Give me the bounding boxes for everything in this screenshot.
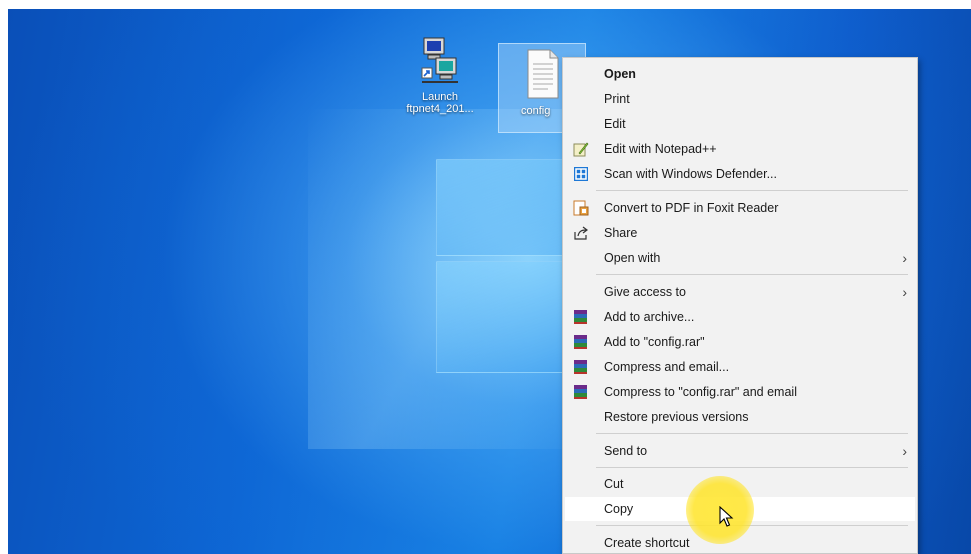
menu-item-label: Copy <box>604 502 634 516</box>
desktop-icon-label: Launch <box>421 91 459 103</box>
menu-separator <box>596 525 908 526</box>
menu-item-label: Cut <box>604 477 624 491</box>
menu-item-label: Compress to "config.rar" and email <box>604 385 797 399</box>
mouse-pointer-icon <box>719 506 734 527</box>
menu-item-label: Create shortcut <box>604 536 690 550</box>
menu-item-print[interactable]: Print <box>565 87 915 111</box>
menu-item-label: Print <box>604 92 630 106</box>
chevron-right-icon: › <box>902 284 907 300</box>
desktop-icon-launch-ftpnet[interactable]: Launch ftpnet4_201... <box>402 36 478 115</box>
wallpaper-window-pane <box>436 159 578 256</box>
menu-item-scan-windows-defender[interactable]: Scan with Windows Defender... <box>565 162 915 186</box>
menu-item-label: Share <box>604 226 638 240</box>
menu-item-label: Compress and email... <box>604 360 730 374</box>
menu-item-send-to[interactable]: Send to › <box>565 439 915 463</box>
desktop-icon-label: ftpnet4_201... <box>406 103 474 115</box>
text-file-icon <box>527 49 559 99</box>
menu-item-label: Add to "config.rar" <box>604 335 705 349</box>
menu-item-open-with[interactable]: Open with › <box>565 246 915 270</box>
chevron-right-icon: › <box>902 443 907 459</box>
menu-item-edit-with-notepadpp[interactable]: Edit with Notepad++ <box>565 137 915 161</box>
notepadpp-icon <box>573 142 589 157</box>
menu-item-label: Send to <box>604 444 648 458</box>
screenshot-frame: Launch ftpnet4_201... config Open Print <box>0 0 971 554</box>
winrar-icon <box>574 310 587 324</box>
menu-item-add-to-config-rar[interactable]: Add to "config.rar" <box>565 330 915 354</box>
menu-item-label: Scan with Windows Defender... <box>604 167 777 181</box>
menu-item-label: Convert to PDF in Foxit Reader <box>604 201 779 215</box>
menu-item-label: Add to archive... <box>604 310 695 324</box>
foxit-pdf-icon <box>573 200 589 216</box>
menu-separator <box>596 274 908 275</box>
menu-item-convert-to-pdf-foxit[interactable]: Convert to PDF in Foxit Reader <box>565 196 915 220</box>
chevron-right-icon: › <box>902 250 907 266</box>
menu-item-label: Edit <box>604 117 626 131</box>
network-computers-icon <box>421 37 458 83</box>
share-icon <box>574 226 588 240</box>
wallpaper-window-pane <box>436 261 578 373</box>
menu-item-open[interactable]: Open <box>565 62 915 86</box>
menu-item-add-to-archive[interactable]: Add to archive... <box>565 305 915 329</box>
menu-item-give-access-to[interactable]: Give access to › <box>565 280 915 304</box>
menu-item-label: Give access to <box>604 285 686 299</box>
menu-item-compress-and-email[interactable]: Compress and email... <box>565 355 915 379</box>
menu-separator <box>596 433 908 434</box>
winrar-icon <box>574 385 587 399</box>
windows-defender-icon <box>574 167 588 181</box>
menu-item-compress-to-config-rar-and-email[interactable]: Compress to "config.rar" and email <box>565 380 915 404</box>
menu-item-share[interactable]: Share <box>565 221 915 245</box>
menu-item-label: Edit with Notepad++ <box>604 142 717 156</box>
menu-item-label: Open with <box>604 251 661 265</box>
menu-item-label: Restore previous versions <box>604 410 749 424</box>
context-menu: Open Print Edit Edit with Notepad++ Scan… <box>562 57 918 554</box>
menu-item-restore-previous-versions[interactable]: Restore previous versions <box>565 405 915 429</box>
menu-separator <box>596 190 908 191</box>
menu-item-label: Open <box>604 67 636 81</box>
winrar-icon <box>574 335 587 349</box>
menu-item-edit[interactable]: Edit <box>565 112 915 136</box>
menu-separator <box>596 467 908 468</box>
winrar-icon <box>574 360 587 374</box>
